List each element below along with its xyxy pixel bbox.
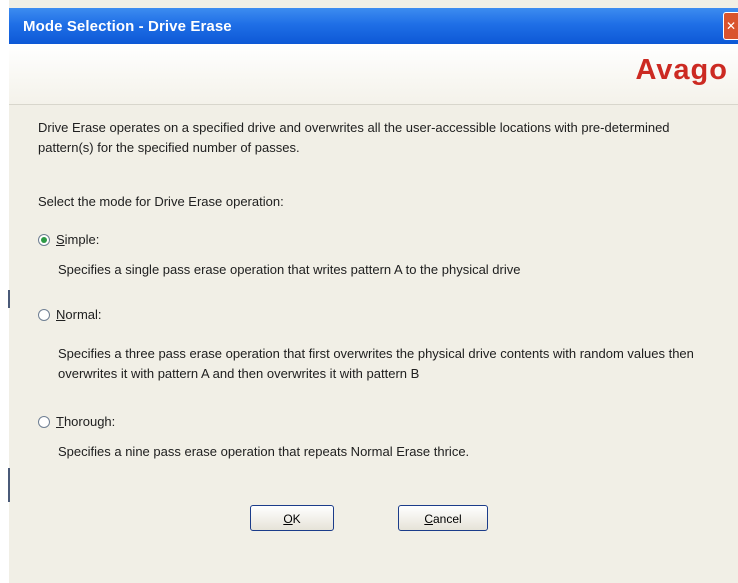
close-icon[interactable]: ✕	[723, 12, 738, 40]
ok-button[interactable]: OK	[250, 505, 334, 531]
radio-simple-indicator[interactable]	[38, 233, 50, 246]
radio-simple-label[interactable]: Simple:	[56, 232, 99, 247]
header-banner: Avago	[9, 44, 738, 105]
avago-logo: Avago	[635, 54, 728, 86]
cancel-button[interactable]: Cancel	[398, 505, 488, 531]
edge-mark	[8, 290, 10, 308]
radio-normal-indicator[interactable]	[38, 308, 50, 321]
drive-erase-dialog: Mode Selection - Drive Erase ✕ Avago Dri…	[0, 0, 738, 583]
title-bar[interactable]: Mode Selection - Drive Erase ✕	[9, 8, 738, 44]
mode-prompt: Select the mode for Drive Erase operatio…	[38, 194, 284, 209]
radio-normal-label[interactable]: Normal:	[56, 307, 102, 322]
radio-normal[interactable]: Normal:	[38, 307, 102, 322]
intro-text: Drive Erase operates on a specified driv…	[38, 120, 670, 155]
thorough-description: Specifies a nine pass erase operation th…	[58, 444, 470, 459]
edge-mark	[8, 468, 10, 502]
radio-thorough-indicator[interactable]	[38, 415, 50, 428]
normal-description: Specifies a three pass erase operation t…	[58, 346, 694, 381]
simple-description: Specifies a single pass erase operation …	[58, 262, 521, 277]
window-title: Mode Selection - Drive Erase	[23, 18, 232, 35]
radio-thorough-label[interactable]: Thorough:	[56, 414, 115, 429]
radio-thorough[interactable]: Thorough:	[38, 414, 115, 429]
radio-simple[interactable]: Simple:	[38, 232, 99, 247]
